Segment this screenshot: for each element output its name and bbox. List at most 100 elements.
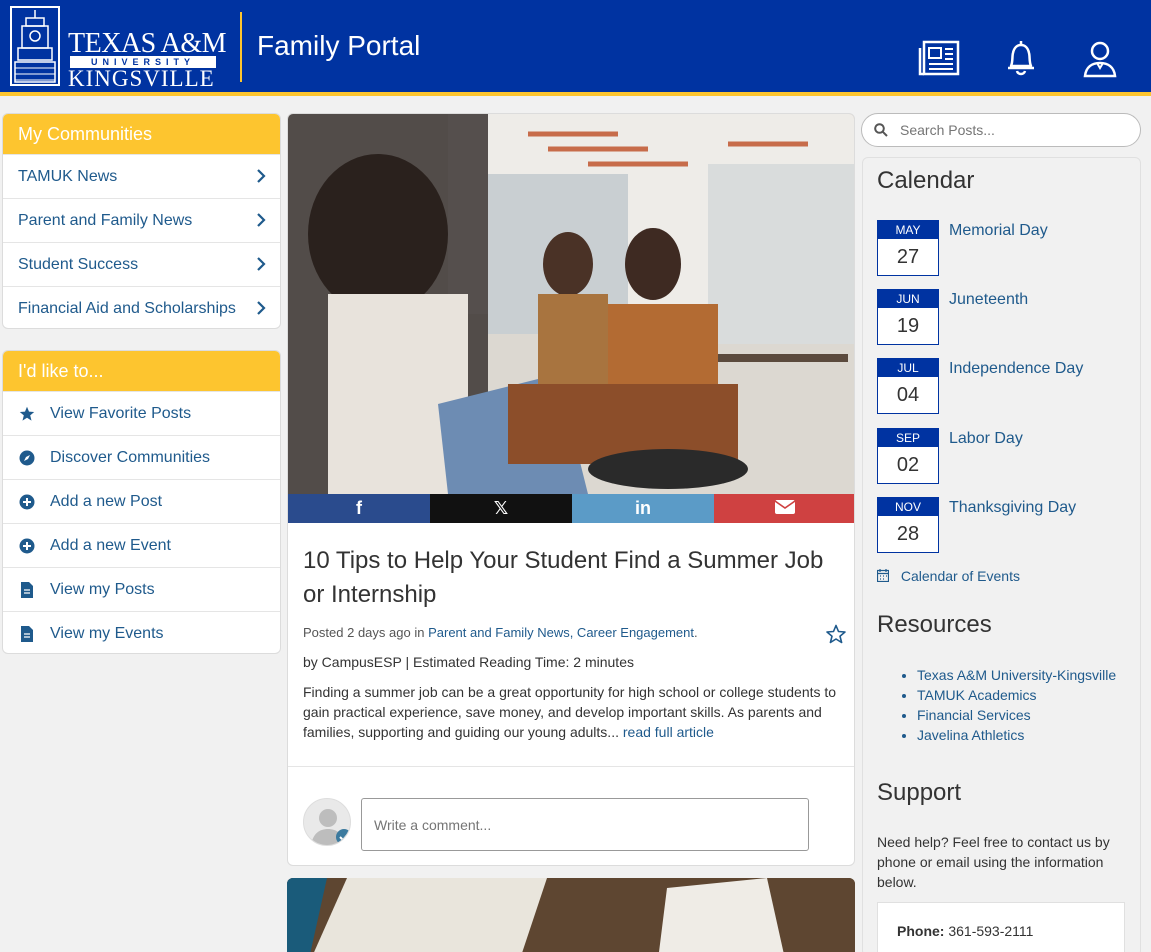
action-discover-communities[interactable]: Discover Communities xyxy=(3,435,280,479)
calendar-link-label: Calendar of Events xyxy=(900,568,1020,584)
document-icon xyxy=(18,625,36,643)
calendar-of-events-link[interactable]: Calendar of Events xyxy=(876,568,1020,585)
calendar-month: SEP xyxy=(878,429,938,447)
bell-icon[interactable] xyxy=(1001,38,1045,82)
calendar-event[interactable]: SEP 02 Labor Day xyxy=(877,428,1137,484)
page-title: Family Portal xyxy=(257,30,421,61)
community-item-financial-aid[interactable]: Financial Aid and Scholarships xyxy=(3,286,280,328)
calendar-date-badge: JUL 04 xyxy=(877,358,939,414)
community-item-student-success[interactable]: Student Success xyxy=(3,242,280,286)
chevron-right-icon xyxy=(256,169,266,188)
calendar-event-name[interactable]: Thanksgiving Day xyxy=(949,499,1076,517)
action-label: View Favorite Posts xyxy=(50,404,192,422)
action-label: View my Events xyxy=(50,624,164,642)
calendar-title: Calendar xyxy=(877,167,975,194)
resources-list: Texas A&M University-Kingsville TAMUK Ac… xyxy=(917,665,1116,745)
posted-time: 2 days ago xyxy=(347,625,411,640)
email-share-button[interactable] xyxy=(714,494,854,523)
x-icon: 𝕏 xyxy=(493,498,509,518)
calendar-day: 02 xyxy=(896,454,920,476)
communities-title: My Communities xyxy=(3,114,280,154)
comment-input[interactable] xyxy=(361,798,809,851)
envelope-icon xyxy=(774,498,796,519)
calendar-month: MAY xyxy=(878,221,938,239)
next-post-image[interactable] xyxy=(287,878,855,952)
favorite-star-icon[interactable] xyxy=(826,624,846,649)
post-meta: Posted 2 days ago in Parent and Family N… xyxy=(303,625,698,640)
action-view-favorite-posts[interactable]: View Favorite Posts xyxy=(3,391,280,435)
resource-link[interactable]: Javelina Athletics xyxy=(917,725,1116,745)
search-icon xyxy=(874,123,888,142)
search-bar[interactable] xyxy=(861,113,1141,147)
chevron-right-icon xyxy=(256,213,266,232)
calendar-date-badge: NOV 28 xyxy=(877,497,939,553)
calendar-month: NOV xyxy=(878,498,938,516)
resource-link[interactable]: Financial Services xyxy=(917,705,1116,725)
calendar-event[interactable]: JUN 19 Juneteenth xyxy=(877,289,1137,345)
chevron-right-icon xyxy=(256,301,266,320)
calendar-event[interactable]: NOV 28 Thanksgiving Day xyxy=(877,497,1137,553)
posted-in: in xyxy=(414,625,425,640)
calendar-day: 27 xyxy=(896,246,920,268)
facebook-icon: f xyxy=(356,498,362,518)
user-icon[interactable] xyxy=(1080,38,1124,82)
calendar-month: JUN xyxy=(878,290,938,308)
action-view-my-posts[interactable]: View my Posts xyxy=(3,567,280,611)
resource-link[interactable]: Texas A&M University-Kingsville xyxy=(917,665,1116,685)
linkedin-share-button[interactable]: in xyxy=(572,494,714,523)
logo-text-tertiary: KINGSVILLE xyxy=(68,66,215,91)
calendar-event[interactable]: MAY 27 Memorial Day xyxy=(877,220,1137,276)
support-text: Need help? Feel free to contact us by ph… xyxy=(877,834,1110,890)
calendar-day: 19 xyxy=(896,315,920,337)
calendar-day: 28 xyxy=(896,523,920,545)
calendar-event-name[interactable]: Memorial Day xyxy=(949,222,1048,240)
university-logo[interactable]: TEXAS A&M UNIVERSITY KINGSVILLE xyxy=(10,6,230,91)
news-icon[interactable] xyxy=(918,38,962,82)
community-label: TAMUK News xyxy=(18,167,118,185)
phone-value[interactable]: 361-593-2111 xyxy=(948,923,1033,939)
action-view-my-events[interactable]: View my Events xyxy=(3,611,280,653)
action-label: Add a new Post xyxy=(50,492,163,510)
action-label: View my Posts xyxy=(50,580,155,598)
logo-building-icon xyxy=(10,6,60,86)
compass-icon xyxy=(18,449,36,467)
post-image[interactable] xyxy=(288,114,854,494)
post-title[interactable]: 10 Tips to Help Your Student Find a Summ… xyxy=(303,544,848,612)
calendar-event-name[interactable]: Independence Day xyxy=(949,360,1083,378)
post-excerpt: Finding a summer job can be a great oppo… xyxy=(303,682,848,742)
post-categories-link[interactable]: Parent and Family News, Career Engagemen… xyxy=(428,625,694,640)
actions-title: I'd like to... xyxy=(3,351,280,391)
document-icon xyxy=(18,581,36,599)
phone-box: Phone: 361-593-2111 xyxy=(877,902,1125,952)
post-divider xyxy=(288,766,854,767)
plus-circle-icon xyxy=(18,493,36,511)
community-item-tamuk-news[interactable]: TAMUK News xyxy=(3,154,280,198)
actions-card: I'd like to... View Favorite Posts Disco… xyxy=(2,350,281,654)
phone-label: Phone: xyxy=(897,923,945,939)
calendar-date-badge: SEP 02 xyxy=(877,428,939,484)
calendar-event[interactable]: JUL 04 Independence Day xyxy=(877,358,1137,414)
action-label: Discover Communities xyxy=(50,448,211,466)
post-card: f 𝕏 in 10 Tips to Help Your Student Find… xyxy=(287,113,855,866)
calendar-day: 04 xyxy=(896,384,920,406)
calendar-month: JUL xyxy=(878,359,938,377)
action-label: Add a new Event xyxy=(50,536,171,554)
x-share-button[interactable]: 𝕏 xyxy=(430,494,572,523)
posted-prefix: Posted xyxy=(303,625,344,640)
calendar-event-name[interactable]: Labor Day xyxy=(949,430,1023,448)
action-add-new-post[interactable]: Add a new Post xyxy=(3,479,280,523)
community-item-parent-family-news[interactable]: Parent and Family News xyxy=(3,198,280,242)
read-more-link[interactable]: read full article xyxy=(623,724,714,740)
share-bar: f 𝕏 in xyxy=(288,494,854,523)
community-label: Financial Aid and Scholarships xyxy=(18,299,236,317)
plus-circle-icon xyxy=(18,537,36,555)
resource-link[interactable]: TAMUK Academics xyxy=(917,685,1116,705)
calendar-icon xyxy=(876,569,890,585)
search-input[interactable] xyxy=(900,122,1120,138)
calendar-event-name[interactable]: Juneteenth xyxy=(949,291,1028,309)
facebook-share-button[interactable]: f xyxy=(288,494,430,523)
star-icon xyxy=(18,405,36,423)
header-divider xyxy=(240,12,242,82)
action-add-new-event[interactable]: Add a new Event xyxy=(3,523,280,567)
avatar xyxy=(303,798,351,846)
